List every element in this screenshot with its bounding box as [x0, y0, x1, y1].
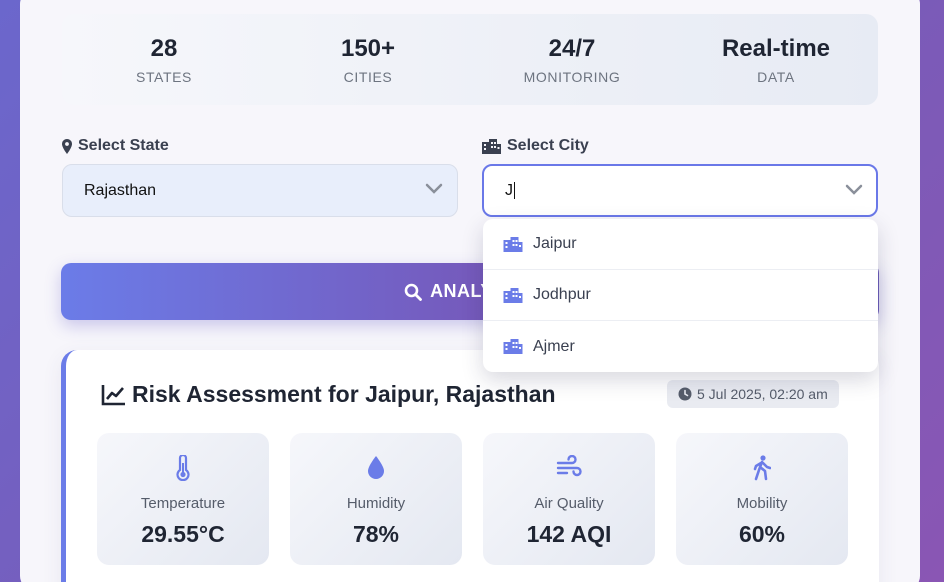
metric-humidity: Humidity 78%: [290, 433, 462, 565]
stat-value: 150+: [340, 35, 396, 62]
suggestion-item[interactable]: Jaipur: [483, 219, 878, 270]
card-title: Risk Assessment for Jaipur, Rajasthan: [101, 381, 556, 408]
timestamp-text: 5 Jul 2025, 02:20 am: [697, 386, 828, 402]
state-select[interactable]: Rajasthan: [62, 164, 458, 217]
state-select-value: Rajasthan: [84, 181, 157, 199]
metric-mobility: Mobility 60%: [676, 433, 848, 565]
stat-states: 28 STATES: [62, 14, 266, 105]
metric-value: 142 AQI: [526, 521, 612, 547]
chevron-down-icon: [425, 183, 443, 194]
suggestion-item[interactable]: Jodhpur: [483, 270, 878, 321]
metric-temperature: Temperature 29.55°C: [97, 433, 269, 565]
metric-air-quality: Air Quality 142 AQI: [483, 433, 655, 565]
state-field-label: Select State: [62, 137, 169, 155]
chevron-down-icon: [845, 184, 863, 195]
clock-icon: [678, 387, 692, 401]
text-caret: [514, 182, 515, 199]
risk-assessment-card: Risk Assessment for Jaipur, Rajasthan 5 …: [61, 350, 879, 582]
stat-data: Real-time DATA: [674, 14, 878, 105]
metric-value: 29.55°C: [141, 521, 225, 547]
building-icon: [482, 138, 501, 154]
city-input[interactable]: J: [482, 164, 878, 217]
wind-icon: [556, 454, 582, 477]
city-label-text: Select City: [507, 137, 589, 154]
building-icon: [503, 339, 523, 354]
stats-bar: 28 STATES 150+ CITIES 24/7 MONITORING Re…: [62, 14, 878, 105]
metric-label: Air Quality: [534, 495, 604, 512]
timestamp-badge: 5 Jul 2025, 02:20 am: [667, 380, 839, 408]
thermometer-icon: [176, 453, 190, 482]
stat-label: CITIES: [343, 69, 393, 85]
stat-label: STATES: [136, 69, 192, 85]
city-field-label: Select City: [482, 137, 589, 155]
map-marker-icon: [62, 138, 72, 154]
stat-value: 28: [150, 35, 178, 62]
state-label-text: Select State: [78, 137, 169, 154]
building-icon: [503, 236, 523, 252]
suggestion-item[interactable]: Ajmer: [483, 321, 878, 372]
chart-line-icon: [101, 384, 125, 405]
suggestion-label: Jaipur: [533, 235, 577, 252]
stat-cities: 150+ CITIES: [266, 14, 470, 105]
metric-label: Humidity: [346, 495, 406, 512]
city-input-value: J: [505, 181, 513, 199]
suggestion-label: Ajmer: [533, 337, 575, 355]
metric-value: 78%: [352, 521, 400, 547]
suggestion-label: Jodhpur: [533, 286, 591, 303]
walking-icon: [753, 455, 772, 481]
city-suggestions-dropdown: Jaipur Jodhpur Ajmer: [483, 219, 878, 372]
droplet-icon: [368, 456, 384, 479]
building-icon: [503, 287, 523, 303]
stat-label: MONITORING: [523, 69, 621, 85]
metric-label: Temperature: [140, 495, 226, 512]
metric-label: Mobility: [736, 495, 788, 512]
metric-value: 60%: [738, 521, 786, 547]
search-icon: [404, 283, 422, 301]
stat-value: 24/7: [548, 35, 596, 62]
stat-monitoring: 24/7 MONITORING: [470, 14, 674, 105]
stat-value: Real-time: [721, 35, 831, 62]
card-title-text: Risk Assessment for Jaipur, Rajasthan: [132, 381, 556, 407]
stat-label: DATA: [757, 69, 795, 85]
